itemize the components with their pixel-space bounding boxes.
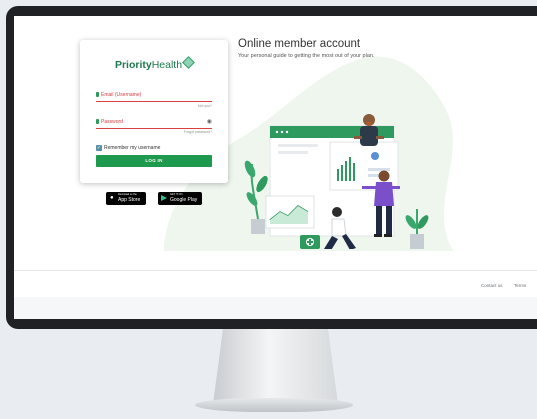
monitor-stand [213, 329, 338, 404]
app-store-text: App Store [118, 197, 141, 203]
footer-band [14, 297, 537, 319]
email-label: Email (Username) [101, 92, 142, 98]
app-store-small-text: Download on the [118, 193, 137, 196]
password-label: Password [101, 119, 123, 125]
checkmark-icon: ✓ [96, 144, 102, 151]
plant-right [405, 209, 429, 249]
lock-icon [96, 119, 99, 124]
footer-divider [14, 270, 537, 271]
monitor-base [195, 398, 353, 412]
app-store-badge[interactable]: ● Download on the App Store [106, 192, 146, 205]
apple-icon: ● [110, 195, 114, 201]
remember-checkbox[interactable]: ✓ [96, 144, 102, 151]
screen: PriorityHealth Email (Username) Not you?… [14, 16, 537, 319]
page-title: Online member account [238, 38, 361, 50]
person-icon [96, 92, 99, 97]
logo-text-bold: Priority [114, 59, 152, 71]
contact-us-link[interactable]: Contact us [481, 283, 503, 288]
member-illustration [244, 114, 429, 249]
remember-label: Remember my username [104, 144, 161, 151]
page-subtitle: Your personal guide to getting the most … [238, 53, 375, 59]
medical-kit-graphic [300, 235, 320, 249]
line-chart-card [265, 195, 315, 229]
remember-row[interactable]: ✓ Remember my username [96, 139, 160, 151]
terms-link[interactable]: Terms [514, 283, 526, 288]
